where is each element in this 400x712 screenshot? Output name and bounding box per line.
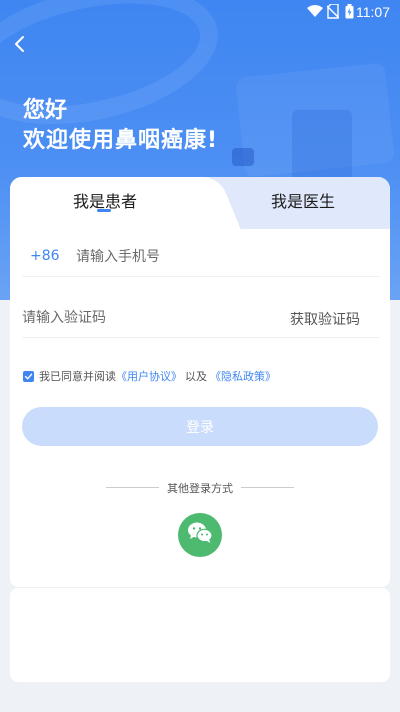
- banner-decoration: [292, 110, 352, 180]
- user-agreement-link[interactable]: 《用户协议》: [116, 368, 182, 384]
- get-code-button[interactable]: 获取验证码: [290, 309, 360, 329]
- agreement-connector: 以及: [185, 370, 207, 383]
- privacy-policy-link[interactable]: 《隐私政策》: [210, 368, 276, 384]
- bottom-card: [10, 588, 390, 682]
- wechat-icon: [186, 521, 214, 549]
- login-button[interactable]: 登录: [22, 407, 378, 446]
- chevron-left-icon: [13, 35, 25, 57]
- greeting-title: 您好: [23, 98, 68, 123]
- verification-code-input[interactable]: [22, 303, 262, 333]
- phone-input[interactable]: [76, 242, 366, 272]
- country-code-selector[interactable]: +86: [30, 248, 60, 264]
- status-time: 11:07: [356, 4, 390, 20]
- role-tabs: 我是患者 我是医生: [10, 177, 390, 229]
- greeting-subtitle: 欢迎使用鼻咽癌康!: [23, 128, 219, 153]
- phone-row: +86: [22, 239, 380, 277]
- back-button[interactable]: [8, 34, 30, 58]
- banner-decoration: [232, 148, 254, 166]
- status-bar: 11:07: [0, 0, 400, 24]
- other-login-label: 其他登录方式: [167, 482, 233, 495]
- agreement-checkbox[interactable]: [23, 370, 34, 382]
- other-login-divider: 其他登录方式: [106, 480, 294, 496]
- wifi-icon: [307, 5, 323, 22]
- agreement-row: 我已同意并阅读 《用户协议》 以及 《隐私政策》: [23, 368, 276, 384]
- verification-code-row: 获取验证码: [22, 300, 380, 338]
- battery-icon: [345, 4, 354, 23]
- wechat-login-button[interactable]: [178, 513, 222, 557]
- check-icon: [24, 373, 33, 379]
- agreement-text: 我已同意并阅读: [39, 370, 116, 383]
- active-tab-indicator: [97, 209, 111, 212]
- divider-line: [241, 487, 294, 488]
- no-sim-icon: [326, 3, 340, 23]
- tab-doctor[interactable]: 我是医生: [216, 188, 390, 212]
